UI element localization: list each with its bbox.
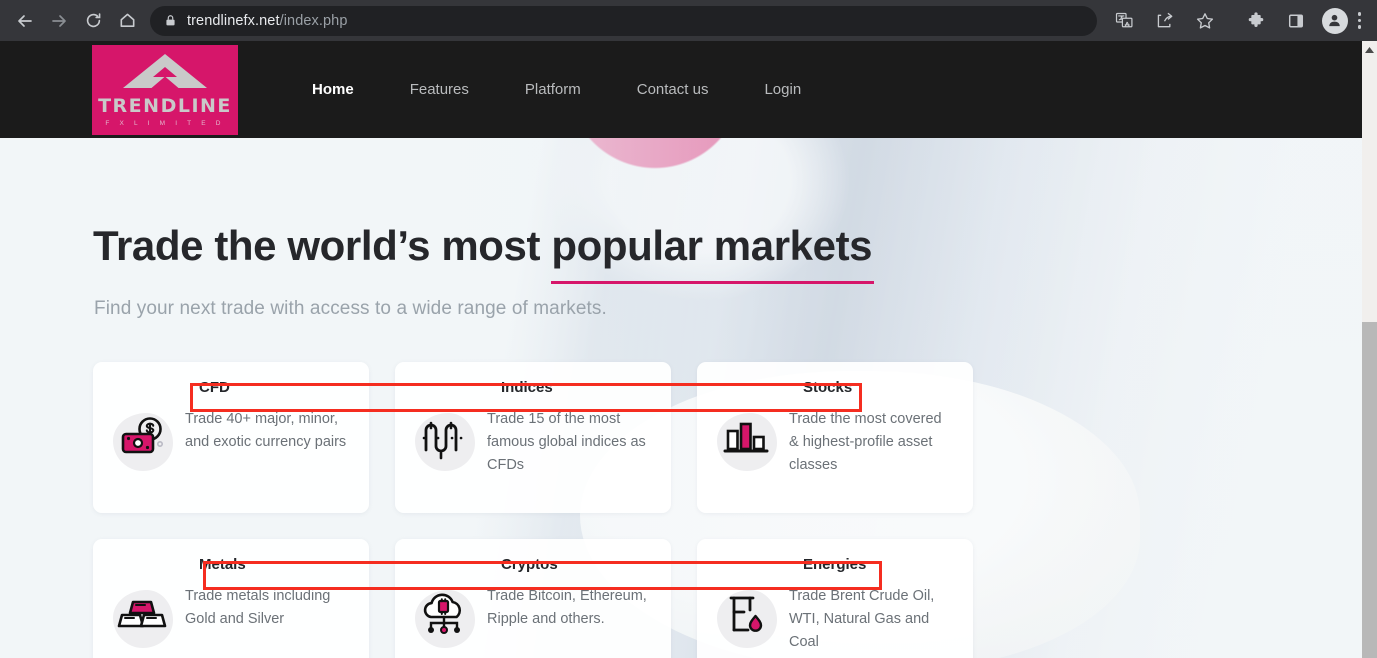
back-arrow-icon xyxy=(15,11,35,31)
card-description: Trade the most covered & highest-profile… xyxy=(789,410,942,474)
page-title: Trade the world’s most popular markets xyxy=(93,222,873,269)
page-subtitle: Find your next trade with access to a wi… xyxy=(94,298,607,319)
profile-avatar-icon[interactable] xyxy=(1321,7,1348,34)
card-description: Trade Bitcoin, Ethereum, Ripple and othe… xyxy=(487,587,647,627)
card-title: Cryptos xyxy=(501,556,558,573)
scrollbar-thumb[interactable] xyxy=(1362,322,1377,658)
bar-chart-icon xyxy=(722,418,770,463)
card-description: Trade Brent Crude Oil, WTI, Natural Gas … xyxy=(789,587,935,651)
card-body: Trade 15 of the most famous global indic… xyxy=(413,407,653,478)
main-content: Trade the world’s most popular markets F… xyxy=(0,138,1362,658)
card-description: Trade metals including Gold and Silver xyxy=(185,587,331,627)
browser-toolbar: trendlinefx.net/index.php xyxy=(0,0,1377,41)
url-text: trendlinefx.net/index.php xyxy=(187,13,348,29)
back-button[interactable] xyxy=(8,4,42,38)
page-title-highlight: popular markets xyxy=(551,222,873,269)
market-card-cryptos[interactable]: Cryptos Trade Bitcoin, Ethereum, Ripple … xyxy=(395,539,671,658)
market-card-energies[interactable]: Energies Trade Brent Crude Oil, WTI, Nat… xyxy=(697,539,973,658)
icon-container xyxy=(409,407,479,475)
market-card-metals[interactable]: Metals Trade metals including Gold and S… xyxy=(93,539,369,658)
lock-icon xyxy=(164,14,177,27)
gold-bars-icon xyxy=(116,594,168,641)
url-domain: trendlinefx.net xyxy=(187,12,280,29)
nav-item-contact-us[interactable]: Contact us xyxy=(637,81,709,98)
icon-container xyxy=(107,584,177,652)
icon-container xyxy=(711,584,781,652)
forward-button[interactable] xyxy=(42,4,76,38)
card-title: CFD xyxy=(199,379,230,396)
bitcoin-cloud-icon xyxy=(419,593,469,642)
logo-subtitle-text: F X L I M I T E D xyxy=(105,120,225,127)
market-card-grid: CFD Trade 40+ major, minor, and exotic c… xyxy=(93,362,974,658)
mountain-logo-icon xyxy=(123,54,207,93)
page-scrollbar[interactable] xyxy=(1362,41,1377,658)
reload-icon xyxy=(84,11,103,30)
card-body: Trade the most covered & highest-profile… xyxy=(715,407,955,478)
site-logo[interactable]: TRENDLINE F X L I M I T E D xyxy=(92,44,238,135)
card-title: Metals xyxy=(199,556,246,573)
three-dot-menu-icon[interactable] xyxy=(1357,12,1361,29)
card-description: Trade 40+ major, minor, and exotic curre… xyxy=(185,410,347,450)
card-title: Indices xyxy=(501,379,553,396)
reload-button[interactable] xyxy=(76,4,110,38)
home-icon xyxy=(118,11,137,30)
market-card-cfd[interactable]: CFD Trade 40+ major, minor, and exotic c… xyxy=(93,362,369,513)
home-button[interactable] xyxy=(110,4,144,38)
card-body: Trade metals including Gold and Silver xyxy=(111,584,351,652)
nav-item-features[interactable]: Features xyxy=(410,81,469,98)
side-panel-icon[interactable] xyxy=(1281,6,1311,36)
icon-container xyxy=(409,584,479,652)
address-bar[interactable]: trendlinefx.net/index.php xyxy=(150,5,1097,36)
icon-container xyxy=(711,407,781,475)
share-icon[interactable] xyxy=(1150,6,1180,36)
logo-brand-text: TRENDLINE xyxy=(98,95,232,117)
forward-arrow-icon xyxy=(49,11,69,31)
translate-icon[interactable] xyxy=(1110,6,1140,36)
card-description: Trade 15 of the most famous global indic… xyxy=(487,410,646,474)
market-card-indices[interactable]: Indices Trade 15 of the most famous glob… xyxy=(395,362,671,513)
extensions-puzzle-icon[interactable] xyxy=(1241,6,1271,36)
site-navigation: Home Features Platform Contact us Login xyxy=(312,81,857,98)
card-body: Trade 40+ major, minor, and exotic curre… xyxy=(111,407,351,475)
page-viewport: TRENDLINE F X L I M I T E D Home Feature… xyxy=(0,41,1362,658)
url-path: /index.php xyxy=(279,12,348,29)
page-title-plain: Trade the world’s most xyxy=(93,222,552,269)
icon-container xyxy=(107,407,177,475)
money-dollar-icon xyxy=(117,414,167,467)
card-body: Trade Bitcoin, Ethereum, Ripple and othe… xyxy=(413,584,653,652)
card-title: Energies xyxy=(803,556,867,573)
candlestick-chart-icon xyxy=(421,416,467,465)
market-card-stocks[interactable]: Stocks Trade the most covered & highest-… xyxy=(697,362,973,513)
scroll-up-arrow-icon[interactable] xyxy=(1362,41,1377,58)
nav-item-platform[interactable]: Platform xyxy=(525,81,581,98)
toolbar-icon-group xyxy=(1105,6,1370,36)
nav-item-home[interactable]: Home xyxy=(312,81,354,98)
site-header: TRENDLINE F X L I M I T E D Home Feature… xyxy=(0,41,1362,138)
card-title: Stocks xyxy=(803,379,853,396)
card-body: Trade Brent Crude Oil, WTI, Natural Gas … xyxy=(715,584,955,655)
bookmark-star-icon[interactable] xyxy=(1190,6,1220,36)
oil-barrel-icon xyxy=(724,592,768,643)
nav-item-login[interactable]: Login xyxy=(764,81,801,98)
